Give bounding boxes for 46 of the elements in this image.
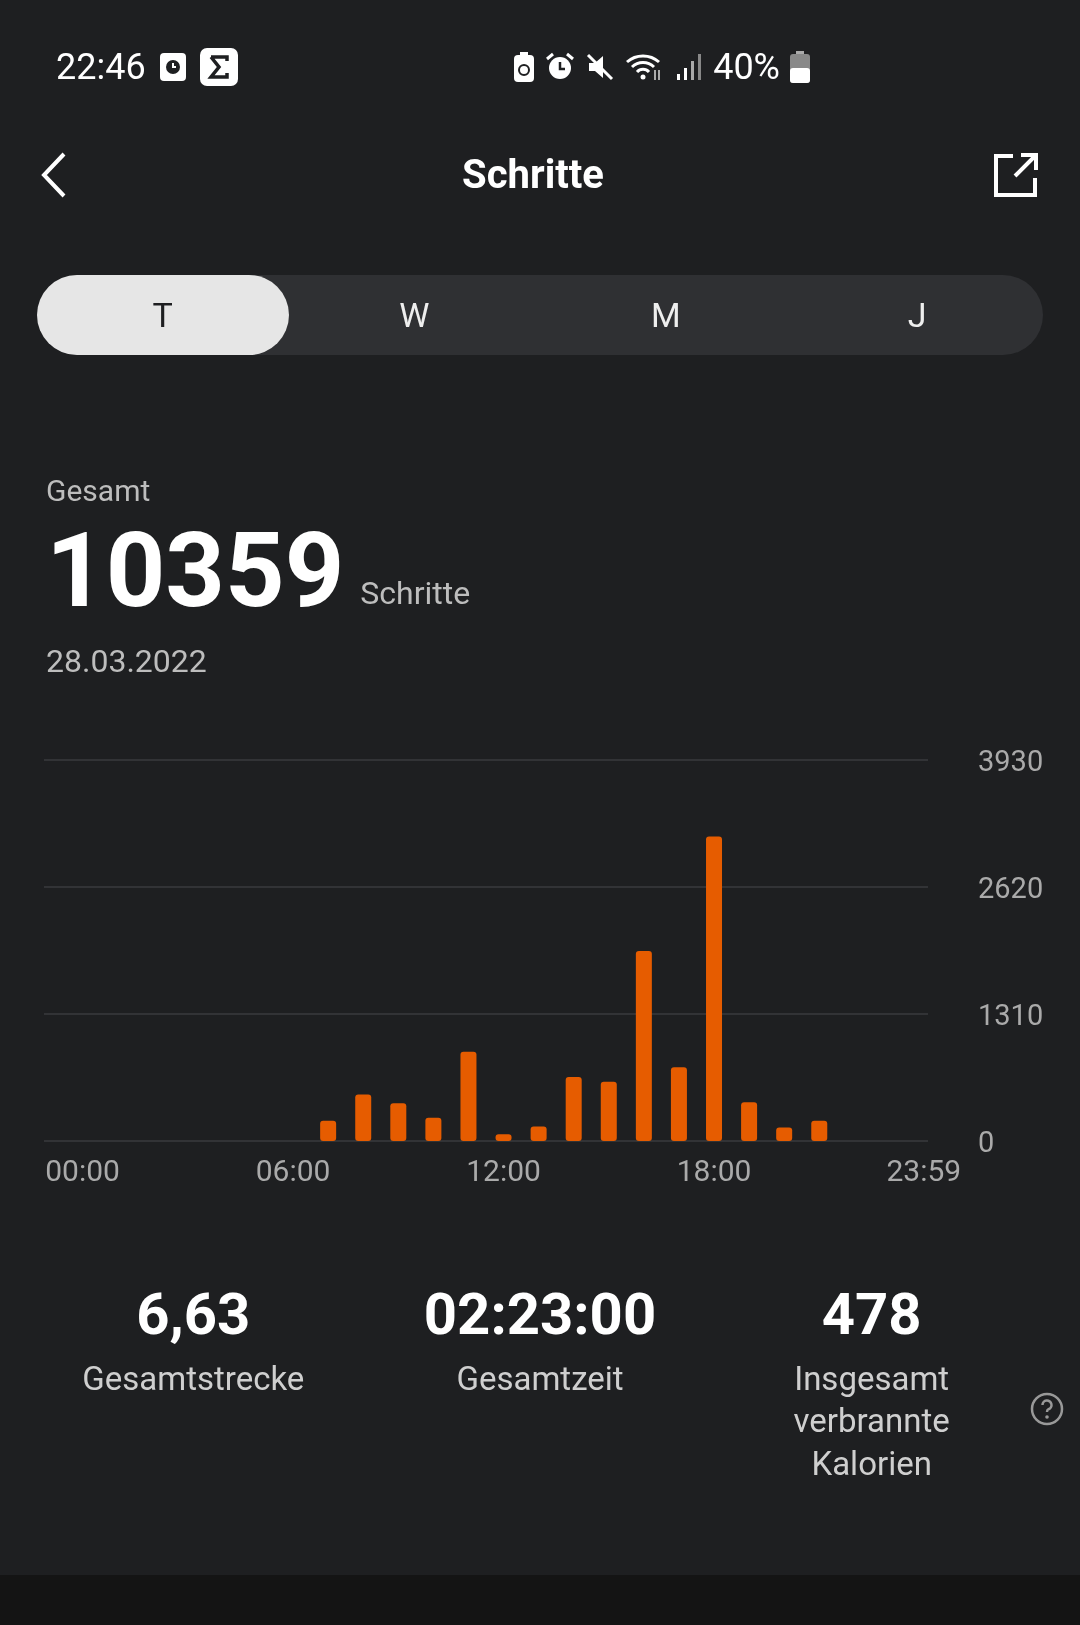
stat-value: 6,63	[136, 1280, 251, 1350]
period-tab[interactable]: J	[791, 275, 1043, 355]
y-axis-label: 1310	[978, 998, 1044, 1032]
chart-bar	[355, 1094, 372, 1141]
page-title: Schritte	[462, 150, 604, 200]
date-label: 28.03.2022	[46, 641, 208, 682]
steps-unit: Schritte	[360, 573, 471, 614]
y-axis-label: 2620	[978, 871, 1044, 905]
chart-bar	[811, 1120, 828, 1141]
total-steps-value: 10359	[46, 519, 345, 623]
chart-bar	[565, 1077, 582, 1141]
period-tab[interactable]: W	[288, 275, 540, 355]
help-icon[interactable]	[1030, 1392, 1064, 1426]
signal-icon	[675, 52, 704, 82]
period-tab[interactable]: T	[37, 275, 289, 355]
chart-bar	[776, 1127, 793, 1141]
total-label: Gesamt	[46, 472, 152, 510]
clock-app-icon	[159, 53, 186, 81]
x-axis-label: 18:00	[676, 1153, 752, 1188]
mute-icon	[585, 52, 616, 82]
battery-saver-icon	[513, 52, 536, 82]
share-button[interactable]	[992, 151, 1040, 199]
y-axis-label: 0	[978, 1125, 995, 1159]
x-axis-label: 23:59	[886, 1153, 962, 1188]
chart-bar	[495, 1134, 512, 1141]
x-axis-label: 06:00	[255, 1153, 331, 1188]
x-axis-label: 00:00	[45, 1153, 120, 1188]
chart-bar	[530, 1126, 547, 1141]
stat-value: 02:23:00	[423, 1280, 657, 1350]
chart-bar	[741, 1102, 758, 1141]
chart-bar	[425, 1117, 442, 1141]
sigma-app-icon	[199, 48, 238, 86]
stat-label: Gesamtstrecke	[82, 1357, 305, 1400]
alarm-clock-icon	[545, 52, 576, 82]
chart-bar	[390, 1103, 407, 1141]
battery-percent: 40%	[713, 45, 780, 90]
chart-bar	[320, 1120, 337, 1141]
stat-value: 478	[821, 1280, 922, 1350]
period-tab[interactable]: M	[540, 275, 792, 355]
x-axis-label: 12:00	[466, 1153, 541, 1188]
stat-label: Gesamtzeit	[456, 1357, 624, 1400]
stat-label: Insgesamt verbrannte Kalorien	[792, 1357, 951, 1486]
status-time: 22:46	[56, 45, 146, 90]
chart-bar	[600, 1081, 617, 1141]
y-axis-label: 3930	[978, 745, 1044, 778]
battery-icon	[790, 51, 810, 83]
